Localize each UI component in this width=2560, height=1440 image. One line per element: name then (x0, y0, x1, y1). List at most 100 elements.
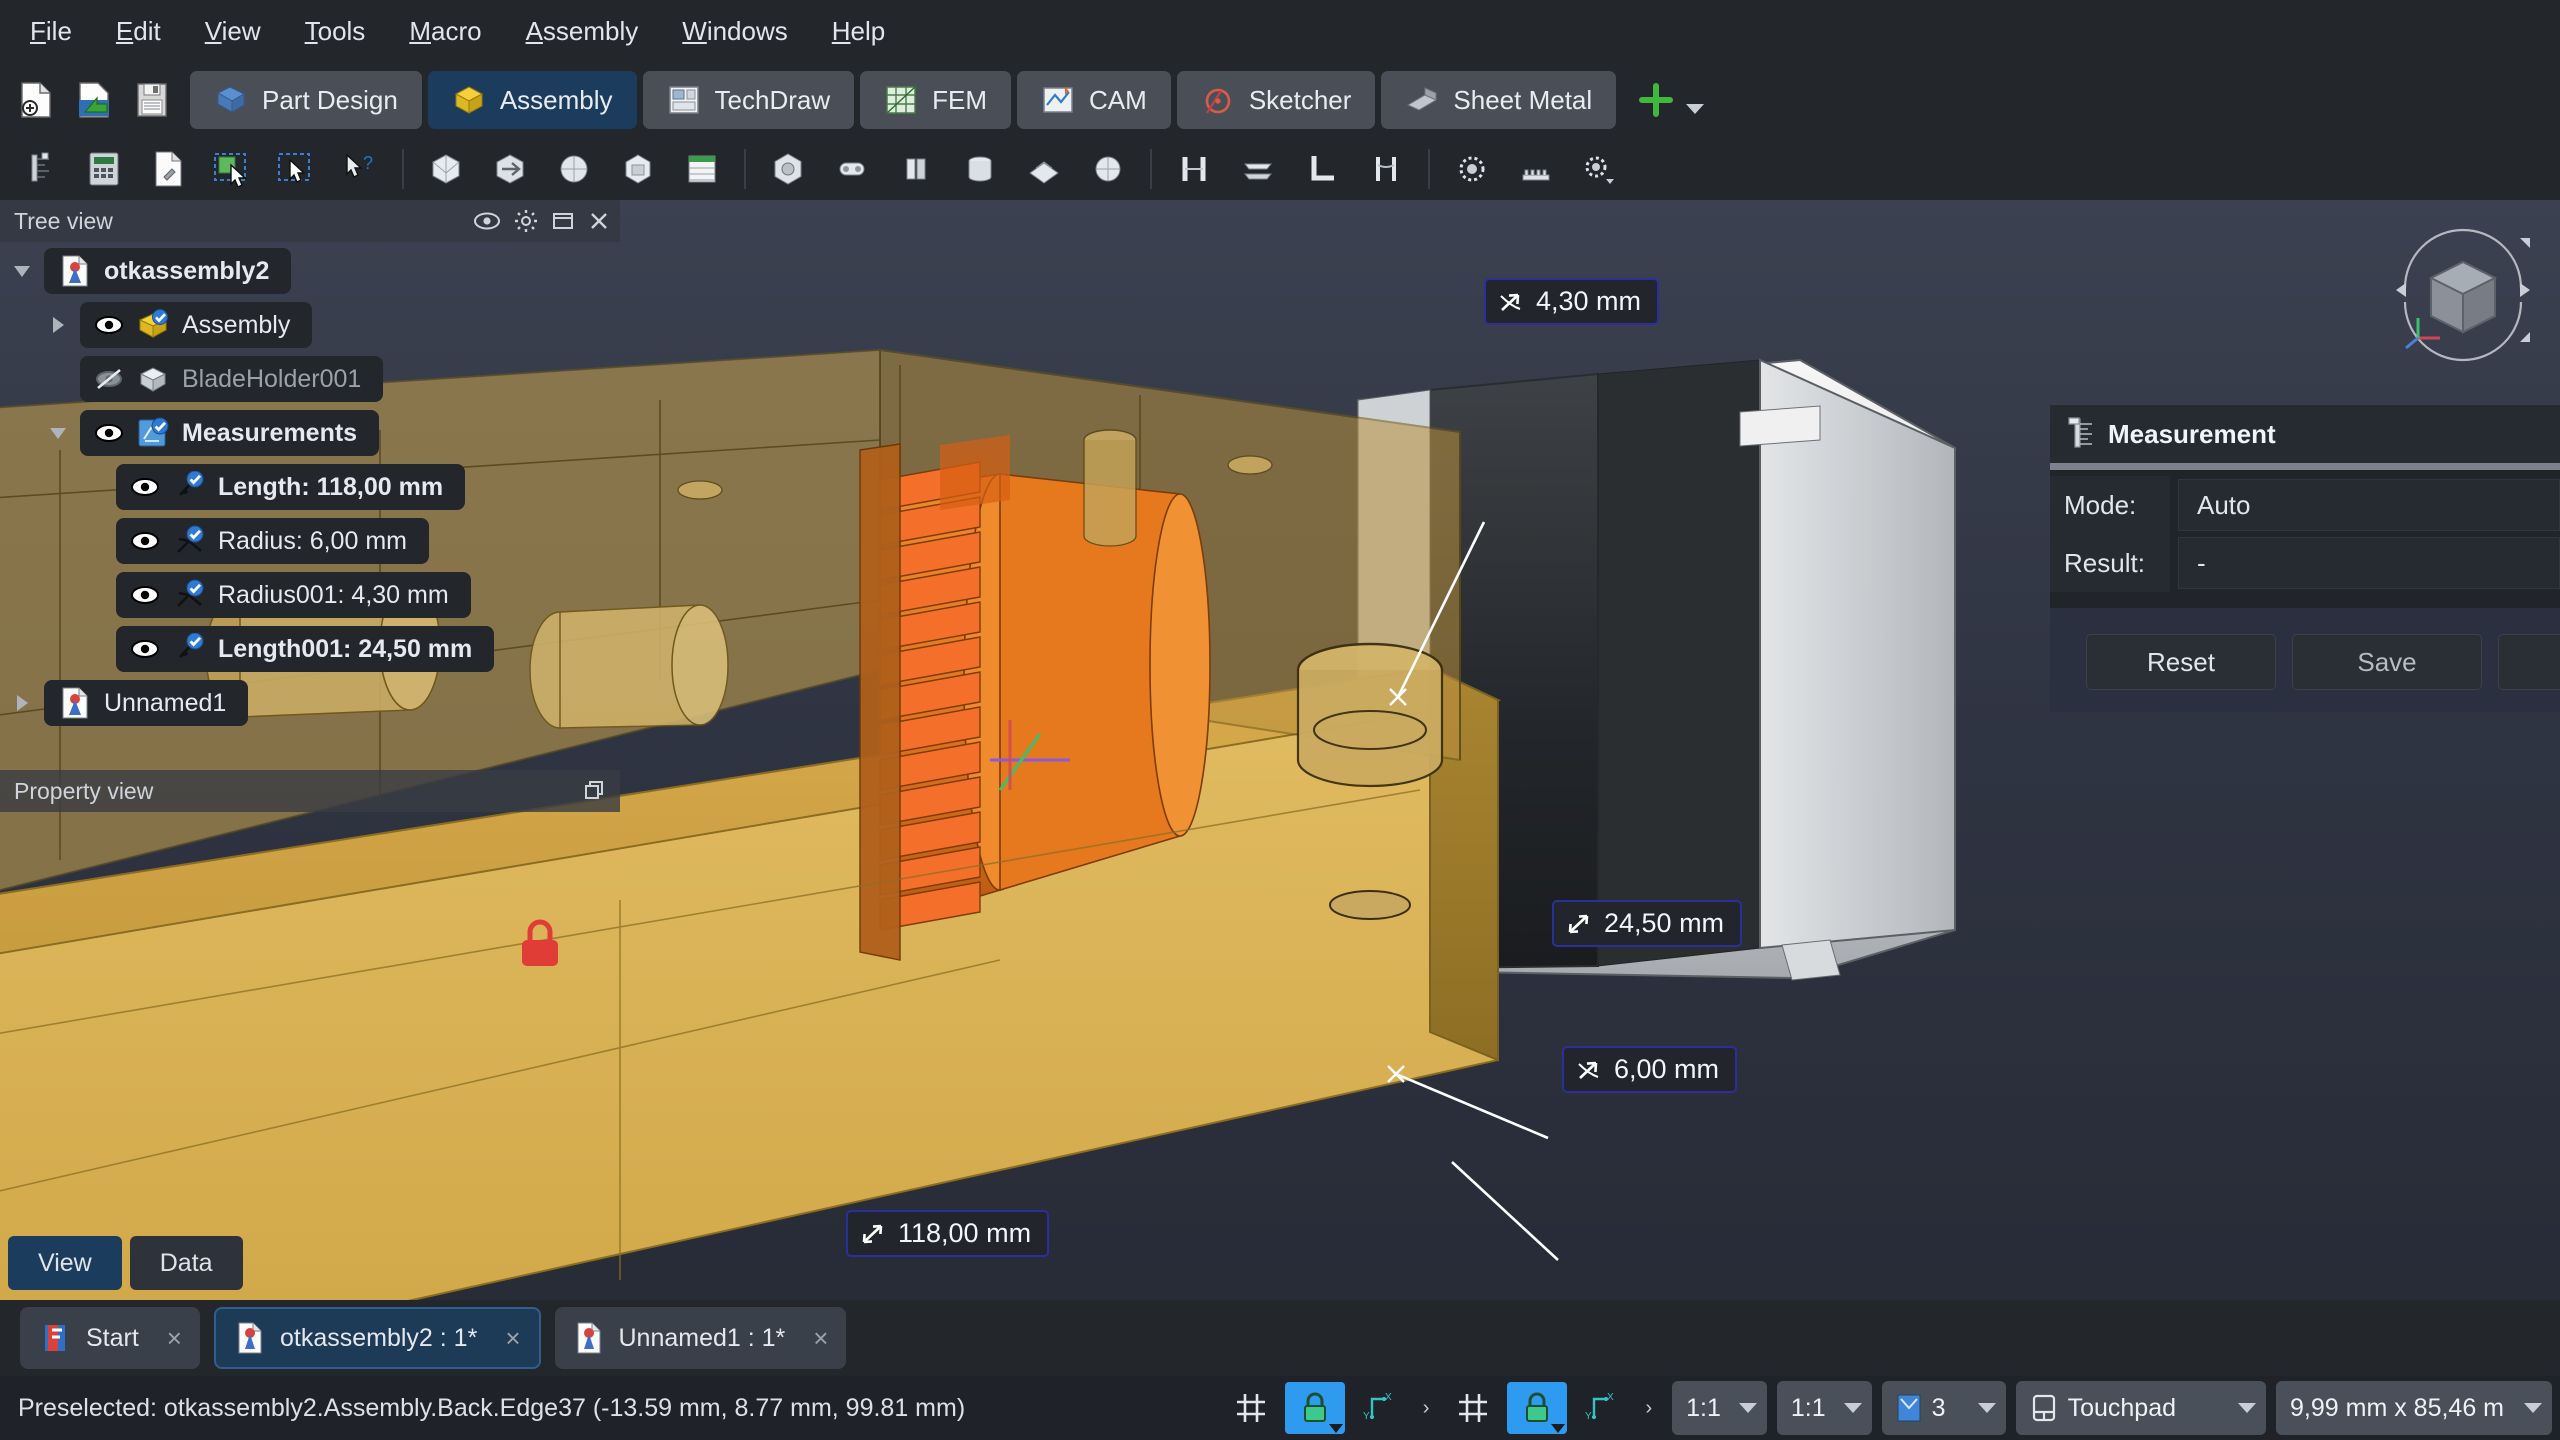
joint-parallel-icon[interactable] (1226, 141, 1290, 197)
close-icon[interactable]: × (167, 1323, 182, 1354)
document-tab-unnamed1[interactable]: Unnamed1 : 1*× (555, 1307, 847, 1369)
visibility-eye-icon[interactable] (130, 531, 160, 551)
visibility-eye-icon[interactable] (94, 423, 124, 443)
axis-cross-icon-2[interactable]: X Y (1577, 1384, 1625, 1432)
tree-item-pill[interactable]: Radius: 6,00 mm (116, 518, 429, 564)
box-select-icon[interactable] (264, 141, 328, 197)
close-icon[interactable]: × (813, 1323, 828, 1354)
visibility-eye-icon[interactable] (130, 639, 160, 659)
document-tab-otkassembly2[interactable]: otkassembly2 : 1*× (214, 1307, 541, 1369)
select-green-box-icon[interactable] (200, 141, 264, 197)
joint-revolute-icon[interactable] (884, 141, 948, 197)
workbench-tab-techdraw[interactable]: TechDraw (643, 71, 855, 129)
close-button[interactable]: Close (2498, 634, 2560, 690)
bom-list-icon[interactable] (670, 141, 734, 197)
tree-item-radius[interactable]: Radius: 6,00 mm (72, 518, 429, 564)
select-help-icon[interactable]: ? (328, 141, 392, 197)
joint-angle-icon[interactable] (1354, 141, 1418, 197)
workbench-tab-part-design[interactable]: Part Design (190, 71, 422, 129)
close-panel-icon[interactable] (588, 210, 610, 232)
workbench-tab-cam[interactable]: CAM (1017, 71, 1171, 129)
joint-cylindrical-icon[interactable] (948, 141, 1012, 197)
measurement-result-value[interactable]: - (2178, 537, 2560, 589)
dimension-label-1[interactable]: 24,50 mm (1552, 900, 1742, 947)
property-tab-data[interactable]: Data (130, 1236, 243, 1290)
gear-belt-icon[interactable] (1440, 141, 1504, 197)
tree-item-measurements[interactable]: Measurements (36, 410, 379, 456)
menu-item-windows[interactable]: Windows (660, 0, 809, 62)
property-tab-view[interactable]: View (8, 1236, 122, 1290)
navigation-cube[interactable] (2388, 220, 2538, 370)
joint-fixed-icon[interactable] (820, 141, 884, 197)
settings-gear-icon[interactable] (514, 209, 538, 233)
tree-item-pill[interactable]: Radius001: 4,30 mm (116, 572, 471, 618)
dimension-label-0[interactable]: 4,30 mm (1484, 278, 1659, 325)
simulation-icon[interactable] (1568, 141, 1632, 197)
tree-item-pill[interactable]: Length001: 24,50 mm (116, 626, 494, 672)
tree-item-pill[interactable]: otkassembly2 (44, 248, 291, 294)
gear-rack-icon[interactable] (1504, 141, 1568, 197)
lock-toggle-1[interactable] (1285, 1382, 1345, 1434)
grid-icon-1[interactable] (1227, 1384, 1275, 1432)
measurement-mode-value[interactable]: Auto (2178, 479, 2560, 531)
open-document-icon[interactable] (68, 72, 120, 128)
workbench-tab-sheet-metal[interactable]: Sheet Metal (1381, 71, 1616, 129)
dimension-label-3[interactable]: 118,00 mm (846, 1210, 1049, 1257)
tree-item-pill[interactable]: BladeHolder001 (80, 356, 383, 402)
create-group-icon[interactable] (606, 141, 670, 197)
property-view-tabs[interactable]: ViewData (0, 1232, 300, 1294)
dimension-combo[interactable]: 9,99 mm x 85,46 m (2276, 1381, 2552, 1435)
tree-item-radius001[interactable]: Radius001: 4,30 mm (72, 572, 471, 618)
insert-link-icon[interactable] (478, 141, 542, 197)
create-assembly-icon[interactable] (414, 141, 478, 197)
menu-item-tools[interactable]: Tools (283, 0, 388, 62)
calculator-icon[interactable] (72, 141, 136, 197)
solver-icon[interactable] (756, 141, 820, 197)
chevron-right-icon[interactable] (0, 692, 44, 714)
tree-item-pill[interactable]: Assembly (80, 302, 312, 348)
chevron-right-icon[interactable] (36, 314, 80, 336)
workbench-tab-fem[interactable]: FEM (860, 71, 1011, 129)
save-button[interactable]: Save (2292, 634, 2482, 690)
joint-slider-icon[interactable] (1012, 141, 1076, 197)
document-tab-start[interactable]: Start× (20, 1307, 200, 1369)
restore-panel-icon[interactable] (584, 780, 606, 802)
menu-item-file[interactable]: File (8, 0, 94, 62)
tree-item-otkassembly2[interactable]: otkassembly2 (0, 248, 291, 294)
scale-combo-2[interactable]: 1:1 (1777, 1381, 1872, 1435)
scale-combo-1[interactable]: 1:1 (1672, 1381, 1767, 1435)
tree-item-assembly[interactable]: Assembly (36, 302, 312, 348)
measure-icon[interactable] (8, 141, 72, 197)
visibility-eye-icon[interactable] (474, 211, 500, 231)
menu-item-help[interactable]: Help (810, 0, 907, 62)
visibility-eye-icon[interactable] (94, 315, 124, 335)
menu-item-edit[interactable]: Edit (94, 0, 183, 62)
menu-item-macro[interactable]: Macro (387, 0, 503, 62)
menu-item-assembly[interactable]: Assembly (504, 0, 661, 62)
visibility-hidden-icon[interactable] (94, 368, 124, 390)
document-wrench-icon[interactable] (136, 141, 200, 197)
chevron-down-icon[interactable] (36, 422, 80, 444)
restore-panel-icon[interactable] (552, 210, 574, 232)
add-workbench-button[interactable] (1636, 80, 1704, 120)
lock-toggle-2[interactable] (1507, 1382, 1567, 1434)
menu-item-view[interactable]: View (183, 0, 283, 62)
tree-view-list[interactable]: otkassembly2 Assembly BladeHolder001 Measur… (0, 242, 620, 726)
workbench-tab-assembly[interactable]: Assembly (428, 71, 637, 129)
chevron-down-icon[interactable] (0, 260, 44, 282)
document-tab-bar[interactable]: Start×otkassembly2 : 1*×Unnamed1 : 1*× (0, 1300, 2560, 1376)
visibility-eye-icon[interactable] (130, 477, 160, 497)
close-icon[interactable]: × (505, 1323, 520, 1354)
tree-item-length001[interactable]: Length001: 24,50 mm (72, 626, 494, 672)
joint-perpendicular-icon[interactable] (1290, 141, 1354, 197)
tree-item-length[interactable]: Length: 118,00 mm (72, 464, 465, 510)
dimension-label-2[interactable]: 6,00 mm (1562, 1046, 1737, 1093)
tree-item-unnamed1[interactable]: Unnamed1 (0, 680, 248, 726)
new-document-icon[interactable] (10, 72, 62, 128)
save-document-icon[interactable] (126, 72, 178, 128)
joint-distance-icon[interactable] (1162, 141, 1226, 197)
grid-icon-2[interactable] (1449, 1384, 1497, 1432)
joint-ball-icon[interactable] (1076, 141, 1140, 197)
reset-button[interactable]: Reset (2086, 634, 2276, 690)
visibility-eye-icon[interactable] (130, 585, 160, 605)
